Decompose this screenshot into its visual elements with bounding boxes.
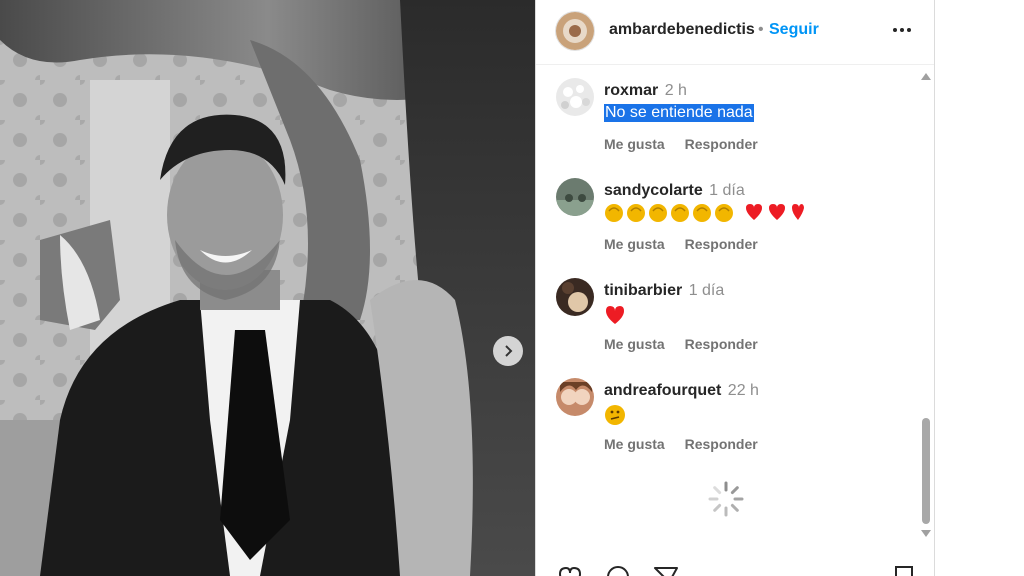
clapping-hands-icon: [671, 204, 689, 222]
clapping-hands-icon: [627, 204, 645, 222]
more-horizontal-icon: [893, 28, 911, 32]
clapping-hands-icon: [605, 204, 623, 222]
comment-actions: Me gusta Responder: [604, 136, 758, 152]
avatar-image: [556, 178, 594, 216]
commenter-avatar[interactable]: [556, 278, 594, 316]
avatar-image: [556, 12, 594, 50]
header-separator: •: [758, 21, 764, 38]
comment-header: roxmar 2 h: [604, 82, 687, 100]
clapping-hands-icon: [649, 204, 667, 222]
comment-actions: Me gusta Responder: [604, 436, 758, 452]
comment-username[interactable]: tinibarbier: [604, 282, 682, 299]
comment-header: andreafourquet 22 h: [604, 382, 759, 400]
clapping-hands-icon: [715, 204, 733, 222]
comment-item: roxmar 2 h No se entiende nada Me gusta …: [536, 66, 921, 166]
post-actions-bar: [536, 558, 934, 576]
post-header: ambardebenedictis • Seguir: [536, 0, 934, 65]
next-image-button[interactable]: [493, 336, 523, 366]
reply-button[interactable]: Responder: [685, 136, 758, 152]
scroll-up-arrow-icon[interactable]: [921, 72, 931, 80]
comment-text: No se entiende nada: [604, 104, 754, 122]
avatar-image: [556, 378, 594, 416]
comment-username[interactable]: sandycolarte: [604, 182, 703, 199]
like-comment-button[interactable]: Me gusta: [604, 336, 665, 352]
clapping-hands-icon: [693, 204, 711, 222]
comment-time[interactable]: 1 día: [709, 182, 745, 199]
comment-username[interactable]: roxmar: [604, 82, 658, 99]
post-image: [0, 0, 535, 576]
heart-icon: [746, 204, 762, 220]
loading-spinner-icon: [707, 480, 745, 523]
commenter-avatar[interactable]: [556, 178, 594, 216]
commenter-avatar[interactable]: [556, 378, 594, 416]
comments-list: roxmar 2 h No se entiende nada Me gusta …: [536, 66, 921, 546]
like-comment-button[interactable]: Me gusta: [604, 136, 665, 152]
author-avatar[interactable]: [556, 12, 594, 50]
heart-icon: [769, 204, 785, 220]
share-icon[interactable]: [652, 564, 680, 576]
page-background: [935, 0, 1024, 576]
chevron-right-icon: [505, 345, 513, 357]
heart-outline-icon[interactable]: [556, 564, 584, 576]
like-comment-button[interactable]: Me gusta: [604, 236, 665, 252]
bookmark-icon[interactable]: [890, 564, 918, 576]
comment-emoji-row: [604, 404, 626, 431]
comment-emoji-row: [604, 202, 804, 229]
post-photo: [0, 0, 535, 576]
comment-item: andreafourquet 22 h Me gusta Responder: [536, 366, 921, 466]
post-sidebar: ambardebenedictis • Seguir roxmar 2 h No…: [535, 0, 935, 576]
comment-emoji: [605, 204, 804, 222]
author-username[interactable]: ambardebenedictis: [609, 21, 755, 39]
comment-item: sandycolarte 1 día Me gusta Responder: [536, 166, 921, 266]
comment-header: sandycolarte 1 día: [604, 182, 745, 200]
reply-button[interactable]: Responder: [685, 436, 758, 452]
reply-button[interactable]: Responder: [685, 236, 758, 252]
comment-actions: Me gusta Responder: [604, 336, 758, 352]
heart-icon: [792, 204, 804, 220]
comment-actions: Me gusta Responder: [604, 236, 758, 252]
follow-button[interactable]: Seguir: [769, 21, 819, 39]
commenter-avatar[interactable]: [556, 78, 594, 116]
comment-emoji-row: [604, 304, 626, 331]
comment-time[interactable]: 2 h: [665, 82, 687, 99]
comment-time[interactable]: 1 día: [689, 282, 725, 299]
scrollbar-thumb[interactable]: [922, 418, 930, 524]
scroll-down-arrow-icon[interactable]: [921, 530, 931, 538]
avatar-image: [556, 278, 594, 316]
comment-time[interactable]: 22 h: [728, 382, 759, 399]
avatar-image: [556, 78, 594, 116]
heart-icon: [606, 306, 624, 324]
comment-icon[interactable]: [604, 564, 632, 576]
comments-scrollbar[interactable]: [919, 70, 933, 540]
comment-username[interactable]: andreafourquet: [604, 382, 721, 399]
reply-button[interactable]: Responder: [685, 336, 758, 352]
like-comment-button[interactable]: Me gusta: [604, 436, 665, 452]
more-options-button[interactable]: [890, 18, 914, 47]
thinking-face-icon: [605, 405, 625, 425]
comment-header: tinibarbier 1 día: [604, 282, 724, 300]
comment-item: tinibarbier 1 día Me gusta Responder: [536, 266, 921, 366]
